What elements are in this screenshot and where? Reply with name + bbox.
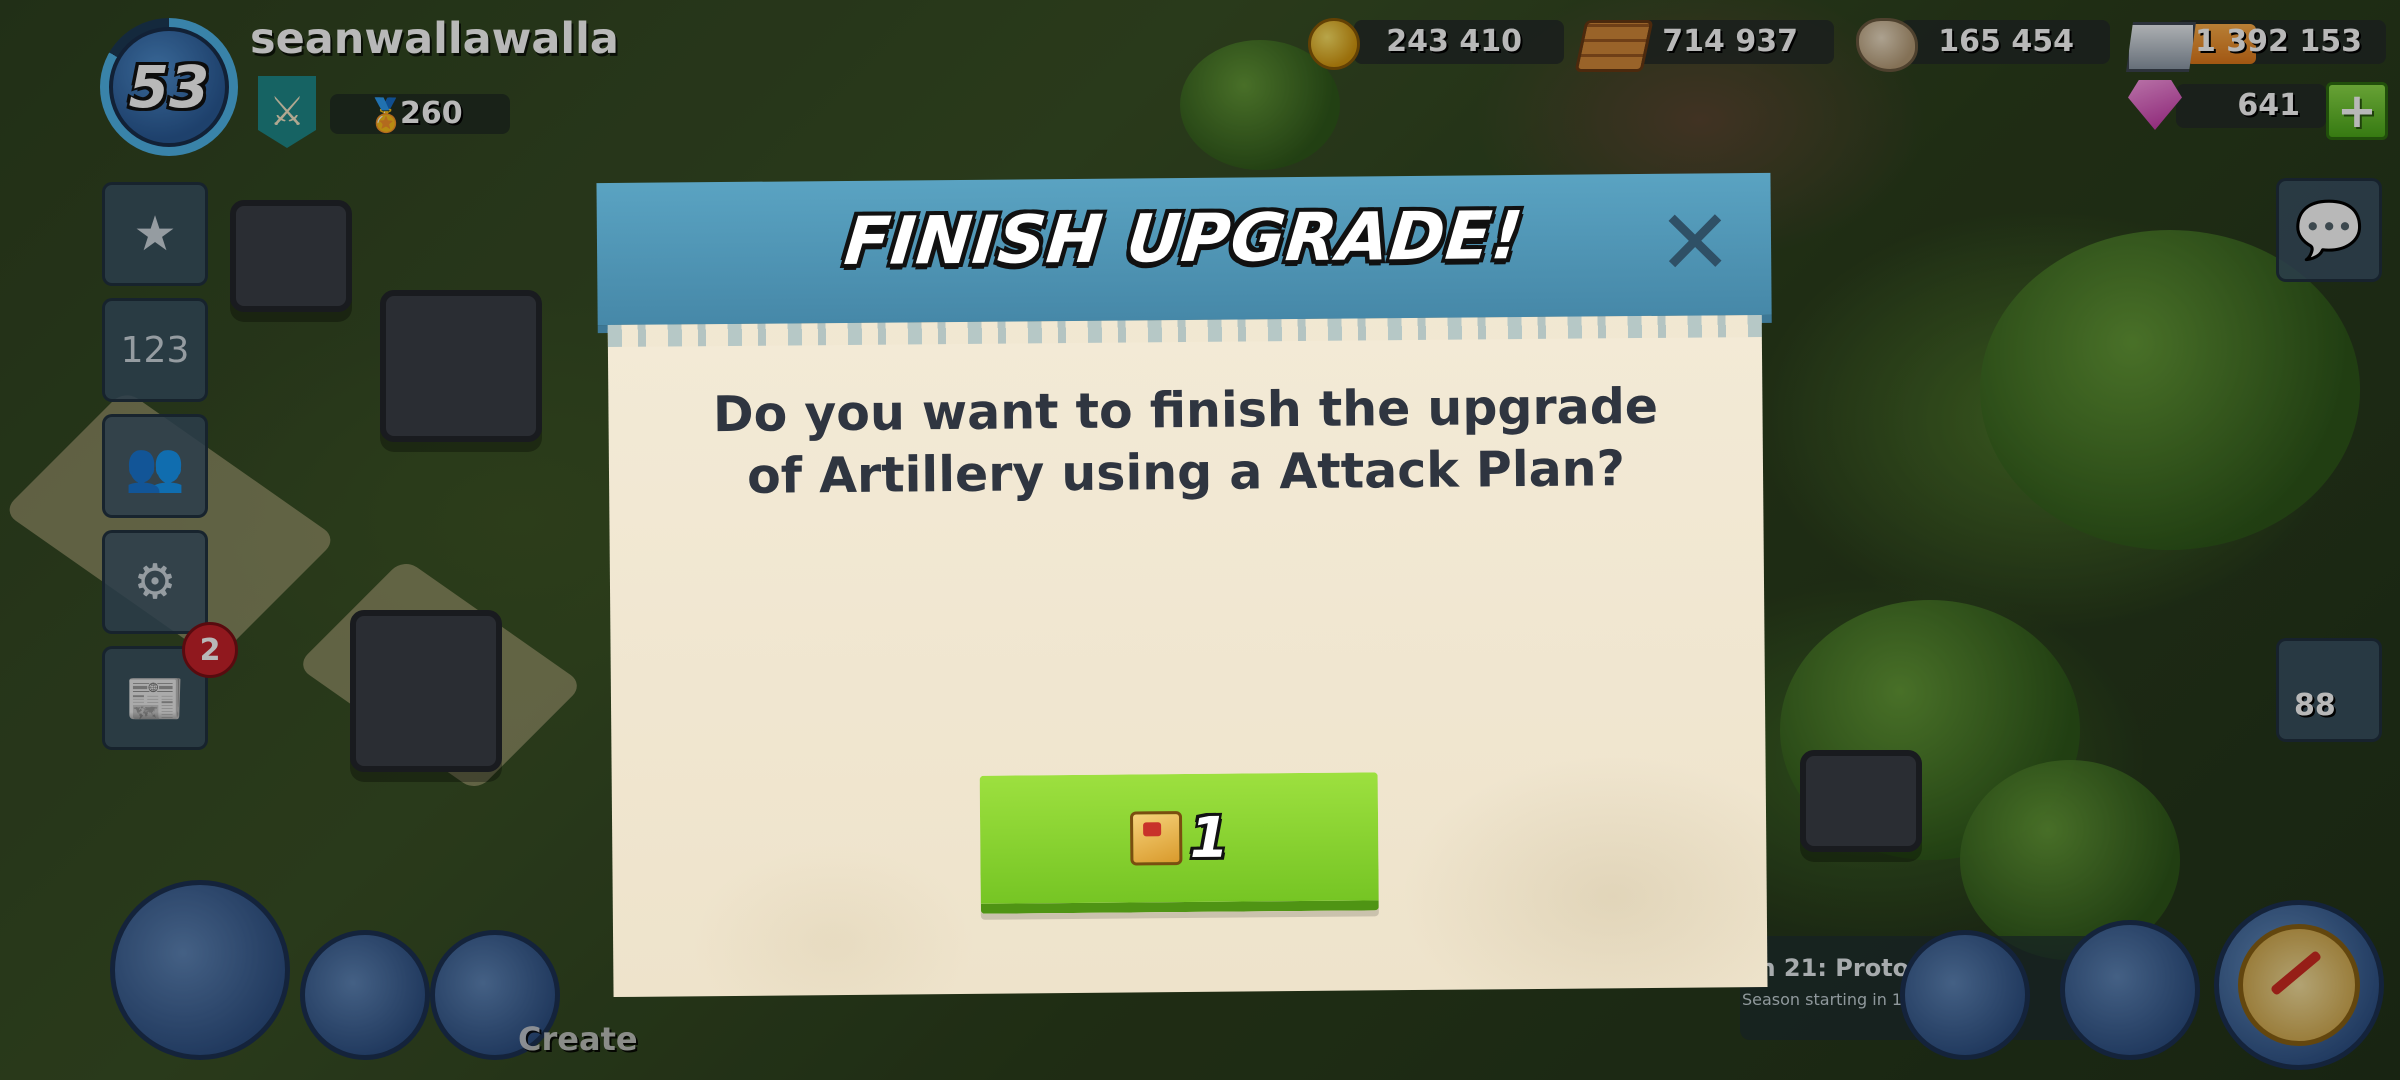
dialog-question: Do you want to finish the upgrade of Art… <box>712 377 1659 505</box>
close-icon: ✕ <box>1656 190 1734 296</box>
finish-upgrade-dialog: FINISH UPGRADE! ✕ Do you want to finish … <box>596 172 1777 998</box>
confirm-attack-plan-button[interactable]: 1 <box>979 772 1379 914</box>
close-button[interactable]: ✕ <box>1655 190 1736 296</box>
attack-plan-icon <box>1129 811 1182 866</box>
confirm-quantity: 1 <box>1189 805 1229 871</box>
dialog-title: FINISH UPGRADE! <box>841 197 1527 281</box>
